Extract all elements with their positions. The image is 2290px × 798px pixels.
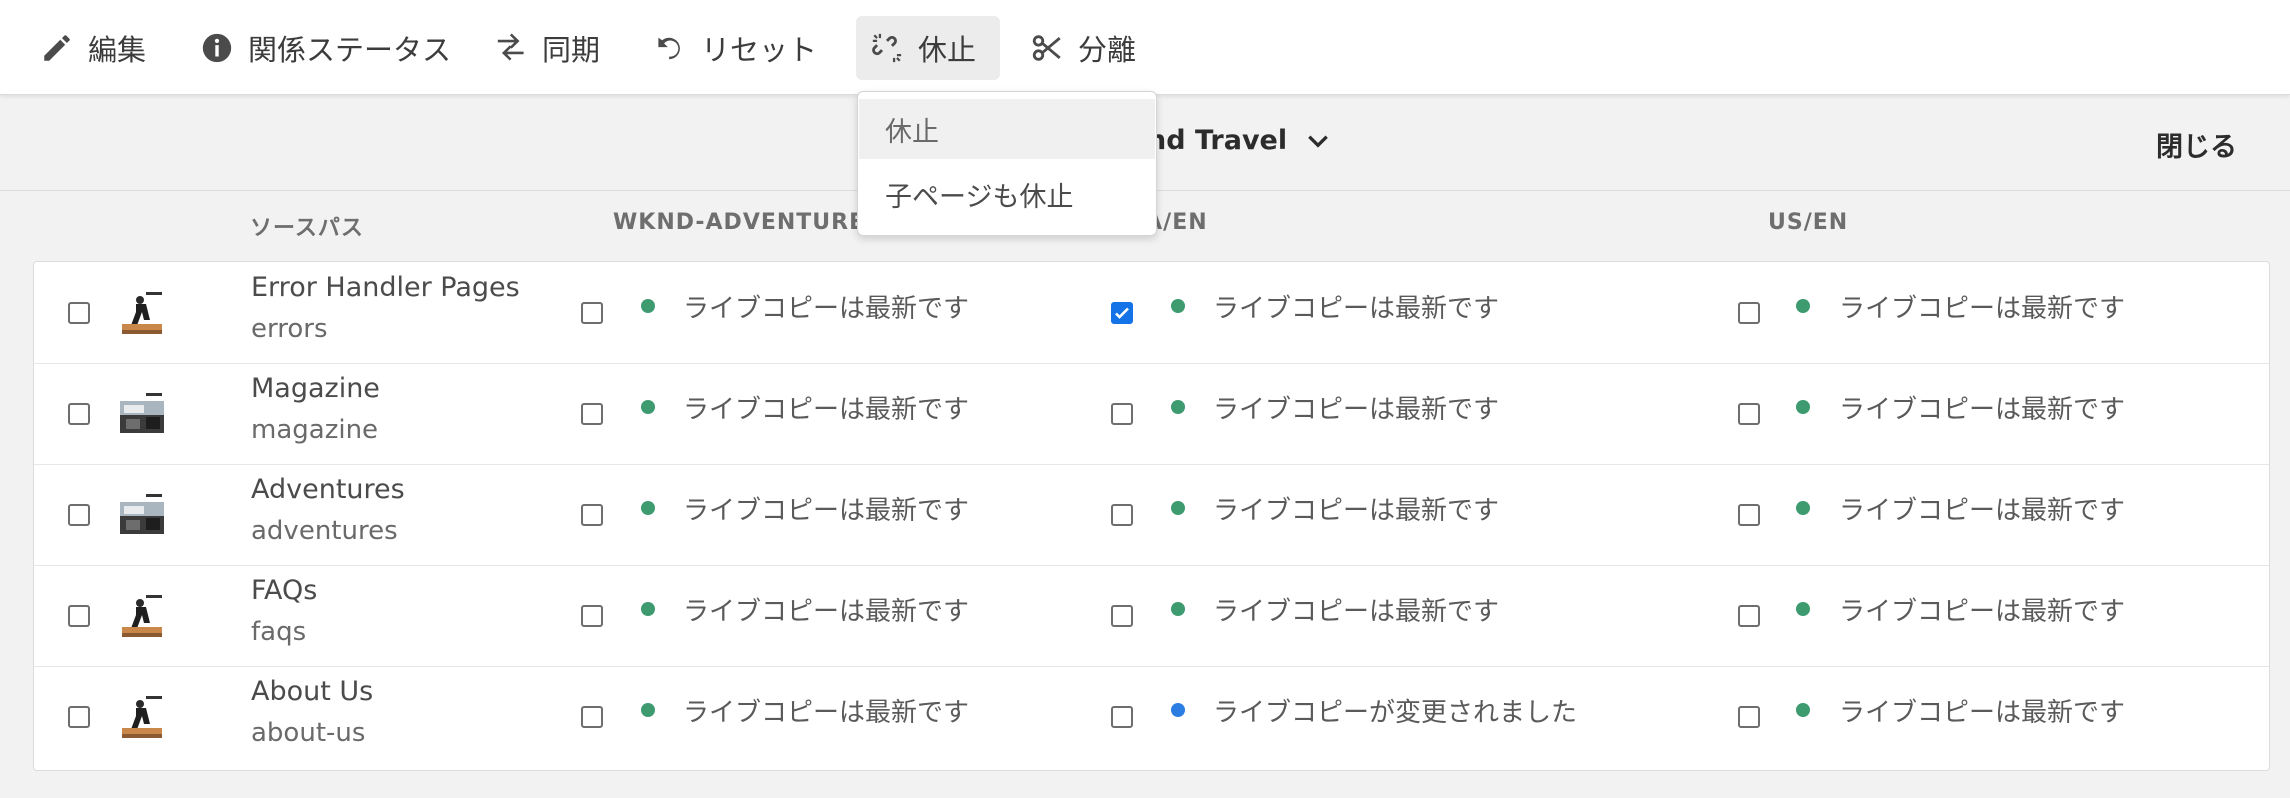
livecopy-status: ライブコピーは最新です — [683, 496, 970, 526]
livecopy-checkbox[interactable] — [1738, 302, 1760, 324]
relationship-status-button[interactable]: 関係ステータス — [190, 16, 461, 80]
livecopy-status: ライブコピーは最新です — [683, 395, 970, 425]
page-title: Error Handler Pages — [251, 272, 520, 303]
status-dot-icon — [1796, 400, 1810, 414]
row-select-checkbox[interactable] — [68, 302, 90, 324]
status-dot-icon — [1171, 501, 1185, 515]
livecopy-status: ライブコピーは最新です — [1839, 496, 2126, 526]
row-select-checkbox[interactable] — [68, 403, 90, 425]
livecopy-checkbox[interactable] — [581, 504, 603, 526]
page-title: Magazine — [251, 373, 380, 404]
page-title: About Us — [251, 676, 374, 707]
livecopy-checkbox[interactable] — [581, 403, 603, 425]
col-head-source-path: ソースパス — [250, 216, 364, 241]
livecopy-status: ライブコピーは最新です — [683, 597, 970, 627]
row-select-checkbox[interactable] — [68, 504, 90, 526]
close-button[interactable]: 閉じる — [2156, 125, 2237, 164]
status-dot-icon — [1171, 299, 1185, 313]
edit-button[interactable]: 編集 — [30, 16, 156, 80]
livecopy-status: ライブコピーは最新です — [1213, 395, 1500, 425]
info-icon — [202, 33, 232, 63]
page-thumbnail — [118, 492, 166, 538]
table-row: Magazine magazine ライブコピーは最新です ライブコピーは最新です ライ… — [34, 363, 2269, 465]
page-path: about-us — [251, 718, 366, 748]
status-dot-icon — [1171, 703, 1185, 717]
page-path: magazine — [251, 415, 379, 445]
status-dot-icon — [1171, 400, 1185, 414]
livecopy-status: ライブコピーは最新です — [683, 294, 970, 324]
livecopy-status: ライブコピーは最新です — [683, 698, 970, 728]
reset-button[interactable]: リセット — [643, 16, 827, 80]
livecopy-checkbox[interactable] — [1738, 504, 1760, 526]
livecopy-status: ライブコピーは最新です — [1839, 294, 2126, 324]
sync-arrows-icon — [497, 33, 524, 61]
status-dot-icon — [1796, 703, 1810, 717]
row-select-checkbox[interactable] — [68, 706, 90, 728]
status-dot-icon — [641, 400, 655, 414]
status-dot-icon — [1796, 602, 1810, 616]
livecopy-status: ライブコピーが変更されました — [1213, 698, 1578, 728]
livecopy-checkbox[interactable] — [1111, 605, 1133, 627]
page-thumbnail — [118, 593, 166, 639]
page-thumbnail — [118, 290, 166, 336]
detach-button[interactable]: 分離 — [1020, 16, 1146, 80]
status-dot-icon — [641, 602, 655, 616]
page-thumbnail — [118, 391, 166, 437]
livecopy-status: ライブコピーは最新です — [1839, 395, 2126, 425]
sync-button[interactable]: 同期 — [484, 16, 610, 80]
page-path: errors — [251, 314, 328, 344]
chevron-down-icon — [1308, 135, 1328, 148]
livecopy-status: ライブコピーは最新です — [1839, 698, 2126, 728]
status-dot-icon — [641, 299, 655, 313]
suspend-button[interactable]: 休止 — [856, 16, 1000, 80]
status-dot-icon — [641, 703, 655, 717]
livecopy-status: ライブコピーは最新です — [1213, 294, 1500, 324]
table-row: FAQs faqs ライブコピーは最新です ライブコピーは最新です ライブコピーは最新で… — [34, 565, 2269, 667]
livecopy-status: ライブコピーは最新です — [1213, 597, 1500, 627]
detach-label: 分離 — [1078, 33, 1137, 67]
relationship-status-label: 関係ステータス — [248, 33, 452, 67]
livecopy-checkbox[interactable] — [1738, 403, 1760, 425]
page-title: Adventures — [251, 474, 405, 505]
sync-label: 同期 — [542, 33, 601, 67]
livecopy-status: ライブコピーは最新です — [1839, 597, 2126, 627]
reset-label: リセット — [701, 33, 818, 67]
table-row: Adventures adventures ライブコピーは最新です ライブコピーは最新… — [34, 464, 2269, 566]
status-dot-icon — [1796, 299, 1810, 313]
status-dot-icon — [1796, 501, 1810, 515]
row-select-checkbox[interactable] — [68, 605, 90, 627]
edit-label: 編集 — [88, 33, 147, 67]
menu-item-suspend[interactable]: 休止 — [859, 99, 1155, 159]
col-head-us-en: US/EN — [1768, 210, 1849, 235]
suspend-label: 休止 — [918, 33, 977, 67]
status-dot-icon — [641, 501, 655, 515]
livecopy-status: ライブコピーは最新です — [1213, 496, 1500, 526]
livecopy-table: Error Handler Pages errors ライブコピーは最新です ライブコ… — [33, 261, 2270, 771]
page-title: FAQs — [251, 575, 318, 606]
broken-link-icon — [872, 33, 902, 63]
menu-item-suspend-with-children[interactable]: 子ページも休止 — [859, 164, 1155, 224]
suspend-menu: 休止 子ページも休止 — [857, 91, 1157, 236]
undo-icon — [658, 37, 680, 60]
livecopy-checkbox[interactable] — [581, 302, 603, 324]
col-head-wknd-adventures: WKND-ADVENTURES — [613, 210, 882, 235]
livecopy-checkbox[interactable] — [1111, 302, 1133, 324]
status-dot-icon — [1171, 602, 1185, 616]
table-row: About Us about-us ライブコピーは最新です ライブコピーが変更されまし… — [34, 666, 2269, 767]
livecopy-checkbox[interactable] — [1111, 504, 1133, 526]
livecopy-checkbox[interactable] — [581, 605, 603, 627]
page-path: faqs — [251, 617, 307, 647]
livecopy-checkbox[interactable] — [1738, 605, 1760, 627]
scissors-icon — [1032, 35, 1061, 61]
page-path: adventures — [251, 516, 398, 546]
table-row: Error Handler Pages errors ライブコピーは最新です ライブコ… — [34, 262, 2269, 364]
livecopy-checkbox[interactable] — [581, 706, 603, 728]
page-thumbnail — [118, 694, 166, 740]
livecopy-checkbox[interactable] — [1738, 706, 1760, 728]
livecopy-checkbox[interactable] — [1111, 706, 1133, 728]
livecopy-checkbox[interactable] — [1111, 403, 1133, 425]
pencil-icon — [44, 35, 70, 61]
toolbar: 編集 関係ステータス 同期 リセット 休止 分離 — [0, 0, 2290, 95]
